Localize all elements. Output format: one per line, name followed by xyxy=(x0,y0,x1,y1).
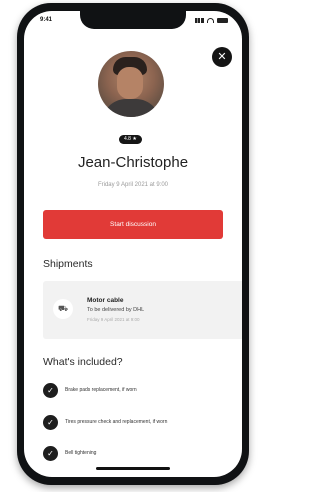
included-item-label: Bell tightening xyxy=(65,450,97,456)
included-item: ✓ Brake pads replacement, if worn xyxy=(43,382,137,398)
home-indicator[interactable] xyxy=(96,467,170,470)
check-icon: ✓ xyxy=(43,445,58,461)
status-time: 9:41 xyxy=(40,17,53,23)
close-button[interactable]: ✕ xyxy=(212,47,232,67)
included-item: ✓ Tires pressure check and replacement, … xyxy=(43,414,167,430)
close-icon: ✕ xyxy=(217,51,227,63)
included-item-label: Brake pads replacement, if worn xyxy=(65,387,137,393)
avatar-shirt xyxy=(102,99,160,117)
screen: 9:41 ✕ 4.8 ★ Jean-Christophe Friday 9 Ap… xyxy=(24,11,242,477)
avatar-face xyxy=(117,67,143,99)
phone-frame: 9:41 ✕ 4.8 ★ Jean-Christophe Friday 9 Ap… xyxy=(17,3,249,485)
included-item-label: Tires pressure check and replacement, if… xyxy=(65,419,168,425)
rating-badge: 4.8 ★ xyxy=(119,135,142,144)
included-item: ✓ Bell tightening xyxy=(43,445,96,461)
wifi-icon xyxy=(207,18,214,23)
shipment-subtitle: To be delivered by DHL xyxy=(87,307,145,313)
included-title: What's included? xyxy=(43,356,123,368)
signal-icon xyxy=(195,18,204,23)
shipments-title: Shipments xyxy=(43,258,93,270)
status-icons xyxy=(195,18,228,23)
check-icon: ✓ xyxy=(43,382,58,398)
battery-icon xyxy=(217,18,228,23)
shipment-title: Motor cable xyxy=(87,297,124,304)
appointment-date: Friday 9 April 2021 at 9:00 xyxy=(97,182,169,188)
check-icon: ✓ xyxy=(43,414,58,430)
shipment-card[interactable]: ⛟ Motor cable To be delivered by DHL Fri… xyxy=(43,281,242,339)
shipment-date: Friday 9 April 2021 at 9:00 xyxy=(87,317,140,322)
profile-name: Jean-Christophe xyxy=(77,154,189,171)
notch xyxy=(80,11,186,29)
start-discussion-button[interactable]: Start discussion xyxy=(43,210,223,239)
package-icon: ⛟ xyxy=(53,299,73,319)
avatar xyxy=(98,51,164,117)
